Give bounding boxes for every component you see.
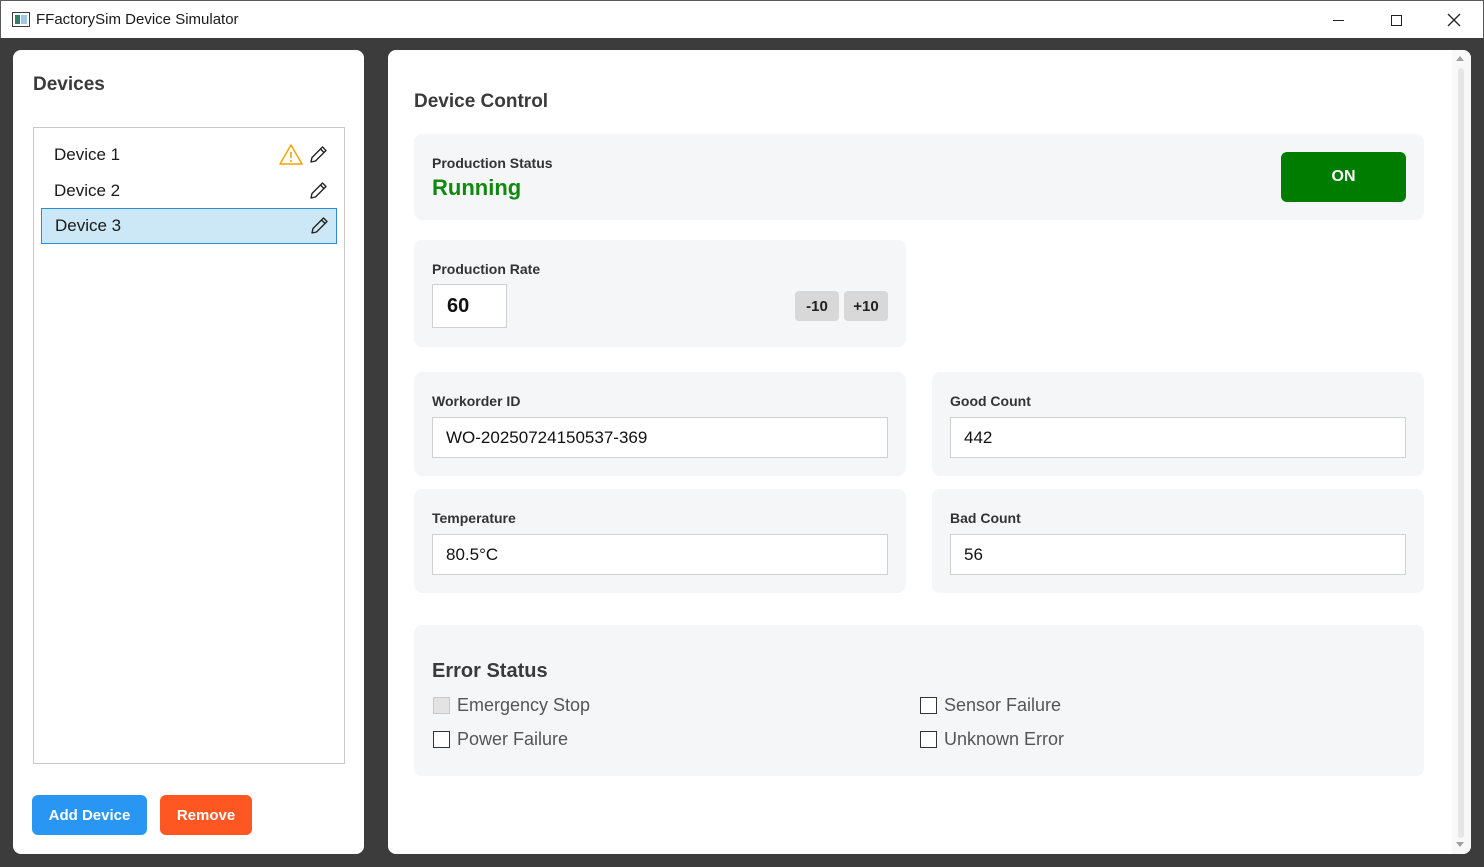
workorder-field[interactable]: WO-20250724150537-369 — [432, 417, 888, 458]
checkbox-label: Unknown Error — [944, 729, 1065, 749]
device-item-3[interactable]: Device 3 — [41, 208, 337, 244]
checkbox-label: Power Failure — [457, 729, 569, 749]
checkbox-label: Sensor Failure — [944, 695, 1062, 715]
checkbox-box — [433, 697, 450, 714]
error-status-title: Error Status — [432, 660, 548, 682]
device-label: Device 2 — [54, 181, 121, 200]
window-title: FFactorySim Device Simulator — [36, 11, 239, 28]
temperature-field[interactable]: 80.5°C — [432, 534, 888, 575]
good-count-field[interactable]: 442 — [950, 417, 1406, 458]
workorder-card: Workorder ID WO-20250724150537-369 — [414, 372, 906, 476]
bad-count-card: Bad Count 56 — [932, 489, 1424, 593]
checkbox-label: Emergency Stop — [457, 695, 591, 715]
production-rate-input[interactable]: 60 — [432, 284, 507, 328]
scroll-down-arrow-icon[interactable] — [1456, 842, 1464, 847]
remove-device-button[interactable]: Remove — [160, 795, 252, 835]
edit-icon[interactable] — [307, 144, 329, 166]
production-status-value: Running — [432, 175, 522, 200]
warning-icon — [279, 144, 303, 165]
good-count-label: Good Count — [950, 393, 1031, 409]
checkbox-box — [920, 697, 937, 714]
production-rate-card: Production Rate 60 -10 +10 — [414, 240, 906, 347]
device-label: Device 1 — [54, 145, 121, 164]
bad-count-label: Bad Count — [950, 510, 1021, 526]
maximize-button[interactable] — [1367, 1, 1425, 39]
device-label: Device 3 — [55, 216, 122, 235]
error-status-card: Error Status Emergency Stop Sensor Failu… — [414, 625, 1424, 776]
title-bar: FFactorySim Device Simulator — [0, 0, 1484, 38]
production-status-card: Production Status Running ON — [414, 134, 1424, 220]
device-item-2[interactable]: Device 2 — [41, 173, 337, 209]
scrollbar-thumb[interactable] — [1458, 68, 1464, 838]
edit-icon[interactable] — [307, 180, 329, 202]
workorder-label: Workorder ID — [432, 393, 521, 409]
add-device-button[interactable]: Add Device — [32, 795, 147, 835]
device-list: Device 1 Device 2 Device 3 — [33, 127, 345, 764]
unknown-error-checkbox[interactable]: Unknown Error — [920, 729, 1064, 750]
devices-title: Devices — [33, 74, 105, 95]
good-count-card: Good Count 442 — [932, 372, 1424, 476]
app-icon — [12, 12, 30, 27]
checkbox-box — [433, 731, 450, 748]
close-button[interactable] — [1425, 1, 1483, 39]
minimize-icon — [1332, 19, 1344, 21]
minimize-button[interactable] — [1309, 1, 1367, 39]
device-control-panel: Device Control Production Status Running… — [388, 50, 1471, 854]
maximize-icon — [1390, 14, 1402, 26]
temperature-label: Temperature — [432, 510, 516, 526]
bad-count-field[interactable]: 56 — [950, 534, 1406, 575]
sensor-failure-checkbox[interactable]: Sensor Failure — [920, 695, 1061, 716]
device-item-1[interactable]: Device 1 — [41, 137, 337, 173]
edit-icon[interactable] — [308, 215, 330, 237]
production-status-label: Production Status — [432, 155, 553, 171]
checkbox-box — [920, 731, 937, 748]
production-rate-label: Production Rate — [432, 261, 541, 277]
power-failure-checkbox[interactable]: Power Failure — [433, 729, 568, 750]
rate-increment-button[interactable]: +10 — [844, 291, 888, 321]
rate-decrement-button[interactable]: -10 — [795, 291, 839, 321]
production-toggle-button[interactable]: ON — [1281, 152, 1406, 202]
device-control-title: Device Control — [414, 91, 549, 112]
emergency-stop-checkbox[interactable]: Emergency Stop — [433, 695, 590, 716]
temperature-card: Temperature 80.5°C — [414, 489, 906, 593]
devices-panel: Devices Device 1 Device 2 Device 3 Add D… — [13, 50, 364, 854]
close-icon — [1447, 13, 1461, 27]
scroll-up-arrow-icon[interactable] — [1456, 56, 1464, 61]
